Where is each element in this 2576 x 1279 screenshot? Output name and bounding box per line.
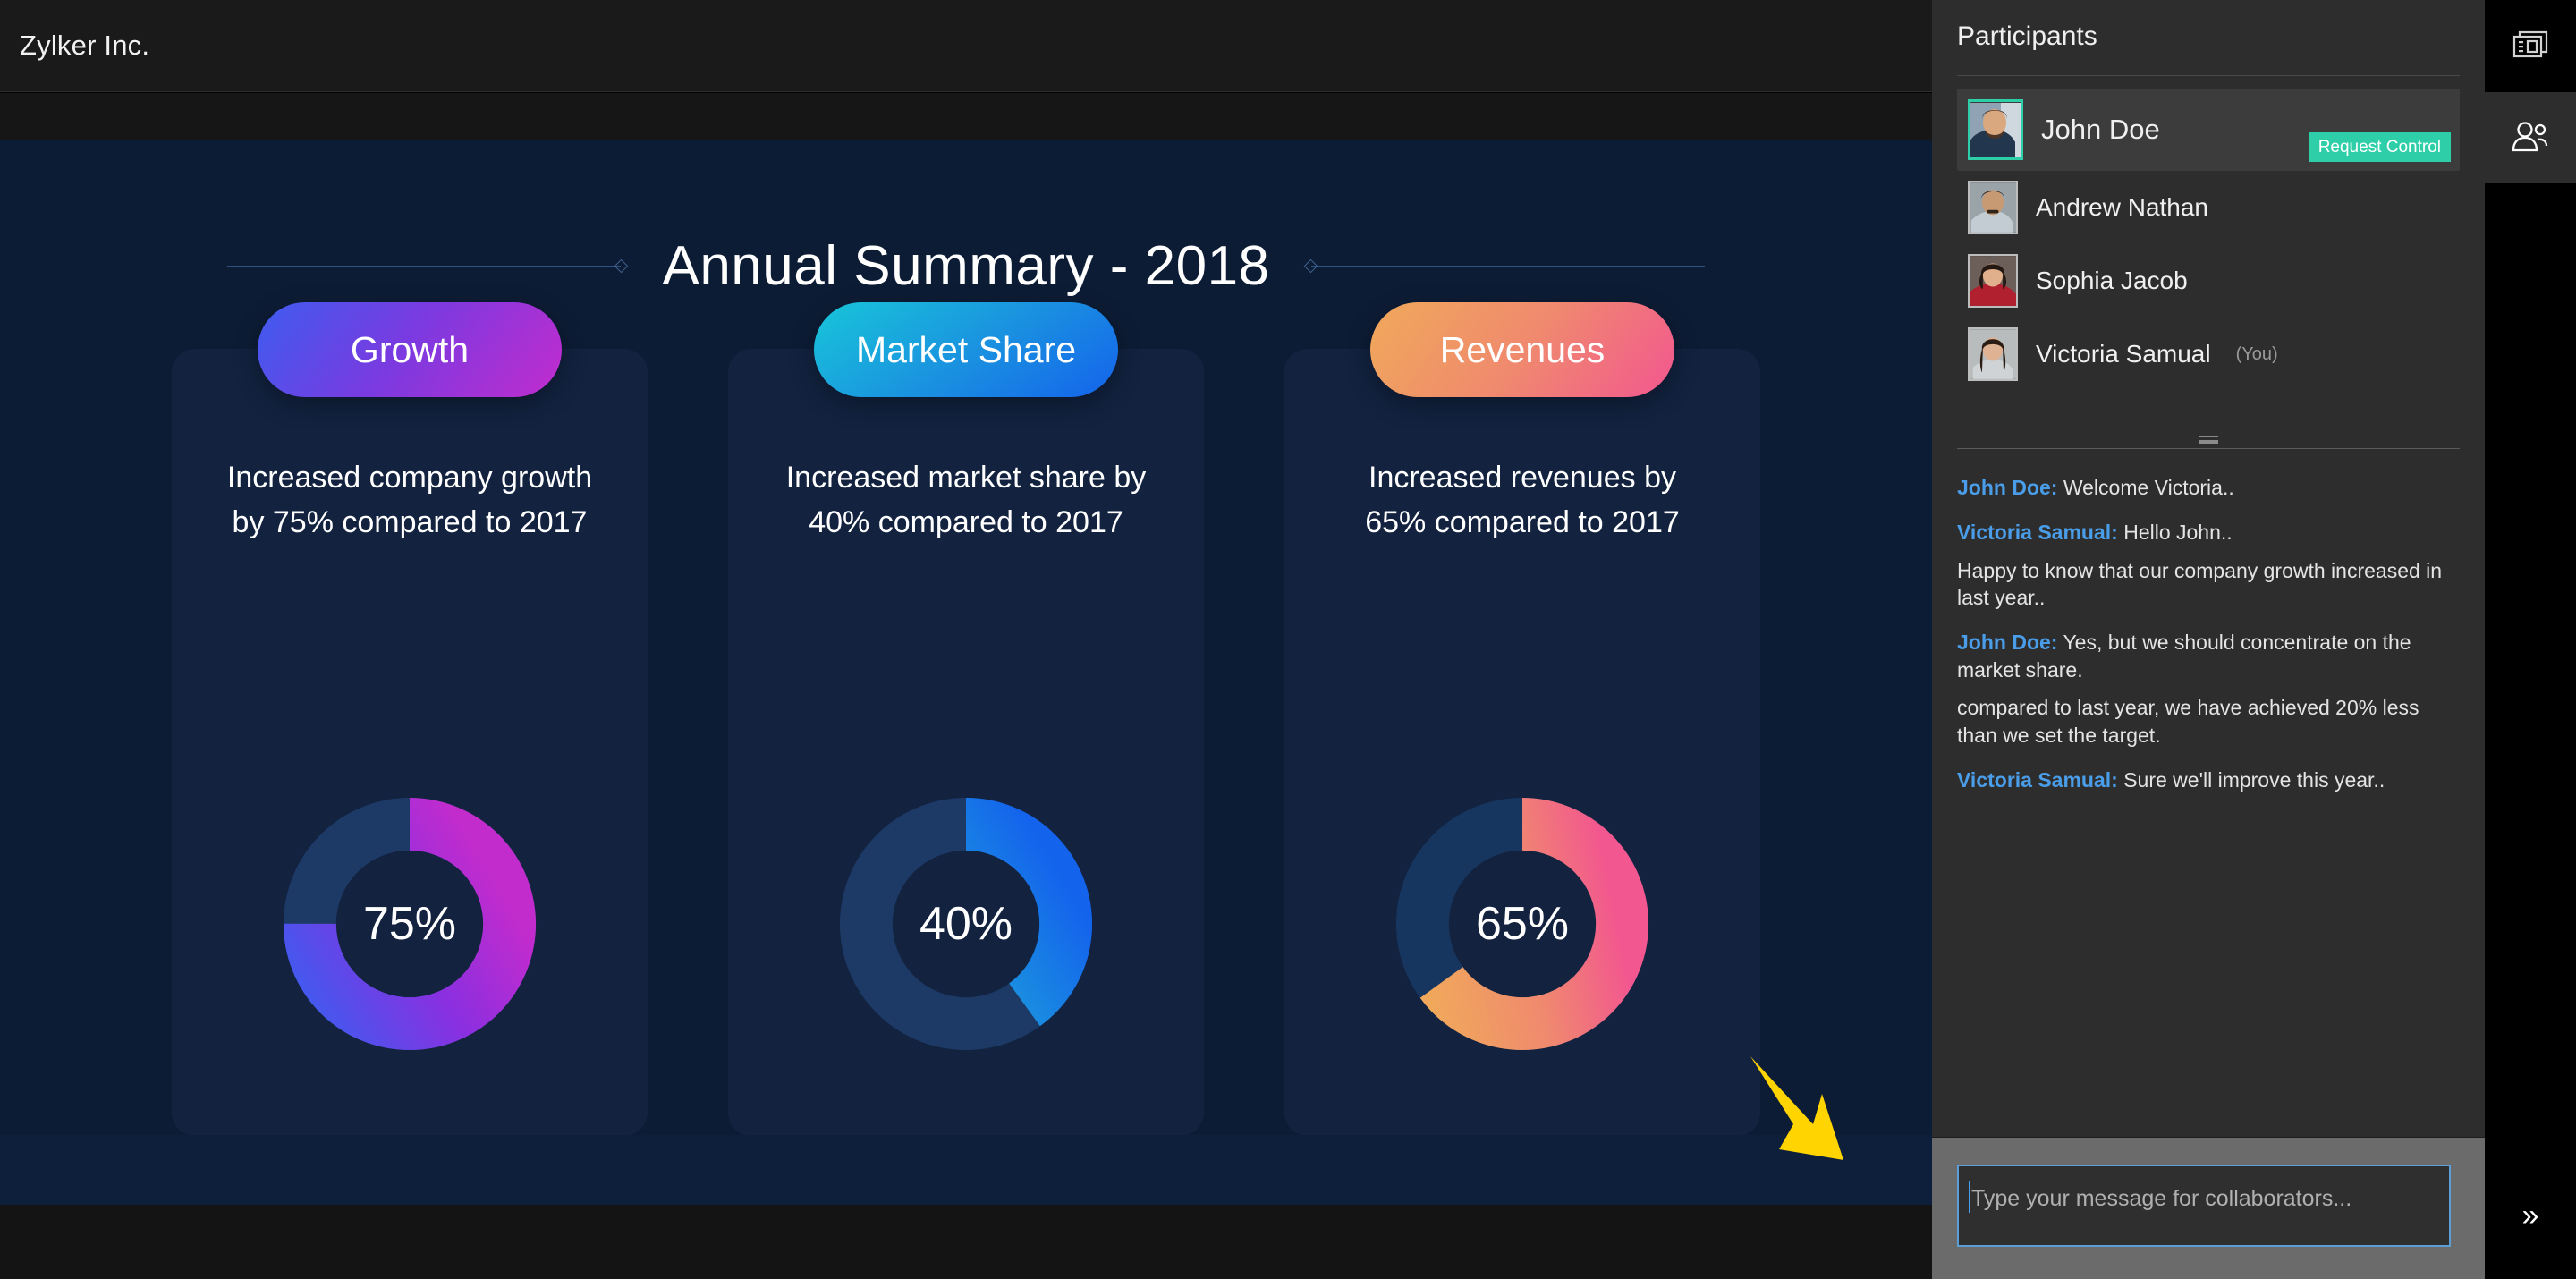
panel-title: Participants bbox=[1957, 21, 2097, 51]
window-title-bar: Zylker Inc. bbox=[0, 0, 1932, 92]
participant-name: John Doe bbox=[2041, 114, 2160, 145]
presentation-window-icon bbox=[2512, 30, 2548, 57]
metric-pill-label: Revenues bbox=[1439, 328, 1606, 370]
app-root: Zylker Inc. Annual Summary - 2018 Growth… bbox=[0, 0, 2576, 1279]
diamond-icon bbox=[614, 258, 629, 273]
participant-row-sophia-jacob[interactable]: Sophia Jacob bbox=[1957, 244, 2460, 318]
avatar-image-female-1 bbox=[1970, 256, 2016, 306]
chat-sender: Victoria Samual: bbox=[1957, 767, 2118, 792]
metric-card-revenues: Revenues Increased revenues by 65% compa… bbox=[1284, 302, 1760, 1136]
chat-text-continuation: Happy to know that our company growth in… bbox=[1957, 558, 2443, 610]
avatar bbox=[1968, 327, 2018, 381]
participant-row-andrew-nathan[interactable]: Andrew Nathan bbox=[1957, 171, 2460, 244]
chat-message-list: John Doe: Welcome Victoria.. Victoria Sa… bbox=[1957, 474, 2460, 793]
chat-sender: Victoria Samual: bbox=[1957, 521, 2118, 545]
shared-screen-area: Zylker Inc. Annual Summary - 2018 Growth… bbox=[0, 0, 1932, 1279]
participants-people-icon bbox=[2512, 122, 2548, 152]
donut-center-value: 40% bbox=[919, 898, 1013, 950]
chat-composer: Type your message for collaborators... bbox=[1932, 1137, 2485, 1279]
screen-bottom-bar bbox=[0, 1205, 1932, 1279]
chat-message: Victoria Samual: Hello John.. Happy to k… bbox=[1957, 519, 2460, 611]
chat-sender: John Doe: bbox=[1957, 631, 2058, 655]
chat-message-body: John Doe: Yes, but we should concentrate… bbox=[1957, 629, 2460, 683]
drag-handle-icon[interactable] bbox=[2199, 436, 2218, 444]
heading-decoration-left bbox=[227, 258, 629, 273]
participant-name: Sophia Jacob bbox=[2036, 267, 2188, 294]
slide-footer-band bbox=[0, 1135, 1932, 1205]
participant-name: Victoria Samual bbox=[2036, 340, 2211, 368]
slide-heading: Annual Summary - 2018 bbox=[0, 234, 1932, 298]
avatar bbox=[1968, 181, 2018, 234]
you-tag: (You) bbox=[2235, 343, 2278, 364]
participant-row-john-doe[interactable]: John Doe Request Control bbox=[1957, 89, 2460, 171]
donut-chart-growth: 75% bbox=[271, 785, 548, 1063]
slide-title: Annual Summary - 2018 bbox=[662, 235, 1270, 297]
chat-text: Hello John.. bbox=[2123, 521, 2233, 545]
heading-decoration-right bbox=[1303, 258, 1705, 273]
metric-description: Increased market share by 40% compared t… bbox=[785, 461, 1147, 539]
presentation-slide: Annual Summary - 2018 Growth Increased c… bbox=[0, 140, 1932, 1205]
avatar bbox=[1968, 99, 2023, 160]
donut-center-value: 65% bbox=[1475, 898, 1570, 950]
text-caret bbox=[1969, 1181, 1970, 1213]
right-icon-rail: » bbox=[2485, 0, 2576, 1279]
diamond-icon bbox=[1303, 258, 1318, 273]
metric-card-market-share: Market Share Increased market share by 4… bbox=[728, 302, 1204, 1136]
avatar-image-male-1 bbox=[1970, 103, 2021, 157]
metric-pill-market-share: Market Share bbox=[814, 302, 1118, 397]
metric-pill-label: Growth bbox=[350, 328, 470, 370]
chat-resize-divider[interactable] bbox=[1957, 436, 2460, 449]
toolbar-band bbox=[0, 93, 1932, 140]
avatar-image-female-2 bbox=[1970, 329, 2016, 379]
request-control-button[interactable]: Request Control bbox=[2308, 132, 2451, 162]
avatar-image-male-2 bbox=[1970, 182, 2016, 233]
rail-button-presentation[interactable] bbox=[2485, 0, 2576, 92]
message-input-placeholder: Type your message for collaborators... bbox=[1971, 1186, 2352, 1211]
metric-pill-growth: Growth bbox=[258, 302, 562, 397]
chat-text-continuation: compared to last year, we have achieved … bbox=[1957, 696, 2419, 747]
metric-description: Increased revenues by 65% compared to 20… bbox=[1365, 461, 1680, 539]
participant-name: Andrew Nathan bbox=[2036, 193, 2209, 221]
chat-message: Victoria Samual: Sure we'll improve this… bbox=[1957, 767, 2460, 793]
arrow-pointer-icon bbox=[1750, 1056, 1843, 1160]
participant-list: John Doe Request Control Andrew Nathan S… bbox=[1957, 75, 2460, 391]
chat-message: John Doe: Yes, but we should concentrate… bbox=[1957, 629, 2460, 748]
metric-description: Increased company growth by 75% compared… bbox=[226, 461, 593, 539]
rail-button-participants[interactable] bbox=[2485, 92, 2576, 183]
chat-message-body: Victoria Samual: Sure we'll improve this… bbox=[1957, 767, 2460, 793]
metric-pill-revenues: Revenues bbox=[1370, 302, 1674, 397]
metric-pill-label: Market Share bbox=[855, 328, 1077, 370]
chat-sender: John Doe: bbox=[1957, 476, 2058, 499]
chat-message-body: Victoria Samual: Hello John.. bbox=[1957, 519, 2460, 546]
collapse-panel-button[interactable]: » bbox=[2485, 1191, 2576, 1240]
metric-card-list: Growth Increased company growth by 75% c… bbox=[0, 302, 1932, 1136]
chat-message-body: John Doe: Welcome Victoria.. bbox=[1957, 474, 2460, 501]
donut-chart-revenues: 65% bbox=[1384, 785, 1661, 1063]
participant-row-victoria-samual[interactable]: Victoria Samual (You) bbox=[1957, 318, 2460, 391]
message-input[interactable]: Type your message for collaborators... bbox=[1957, 1165, 2451, 1247]
chat-text: Sure we'll improve this year.. bbox=[2123, 767, 2385, 792]
avatar bbox=[1968, 254, 2018, 308]
chat-text: Welcome Victoria.. bbox=[2063, 476, 2234, 499]
donut-chart-market-share: 40% bbox=[827, 785, 1105, 1063]
window-title: Zylker Inc. bbox=[20, 30, 150, 61]
metric-card-growth: Growth Increased company growth by 75% c… bbox=[172, 302, 648, 1136]
donut-center-value: 75% bbox=[362, 898, 457, 950]
chat-message: John Doe: Welcome Victoria.. bbox=[1957, 474, 2460, 501]
participants-panel: Participants John Doe Request Control An… bbox=[1932, 0, 2485, 1279]
